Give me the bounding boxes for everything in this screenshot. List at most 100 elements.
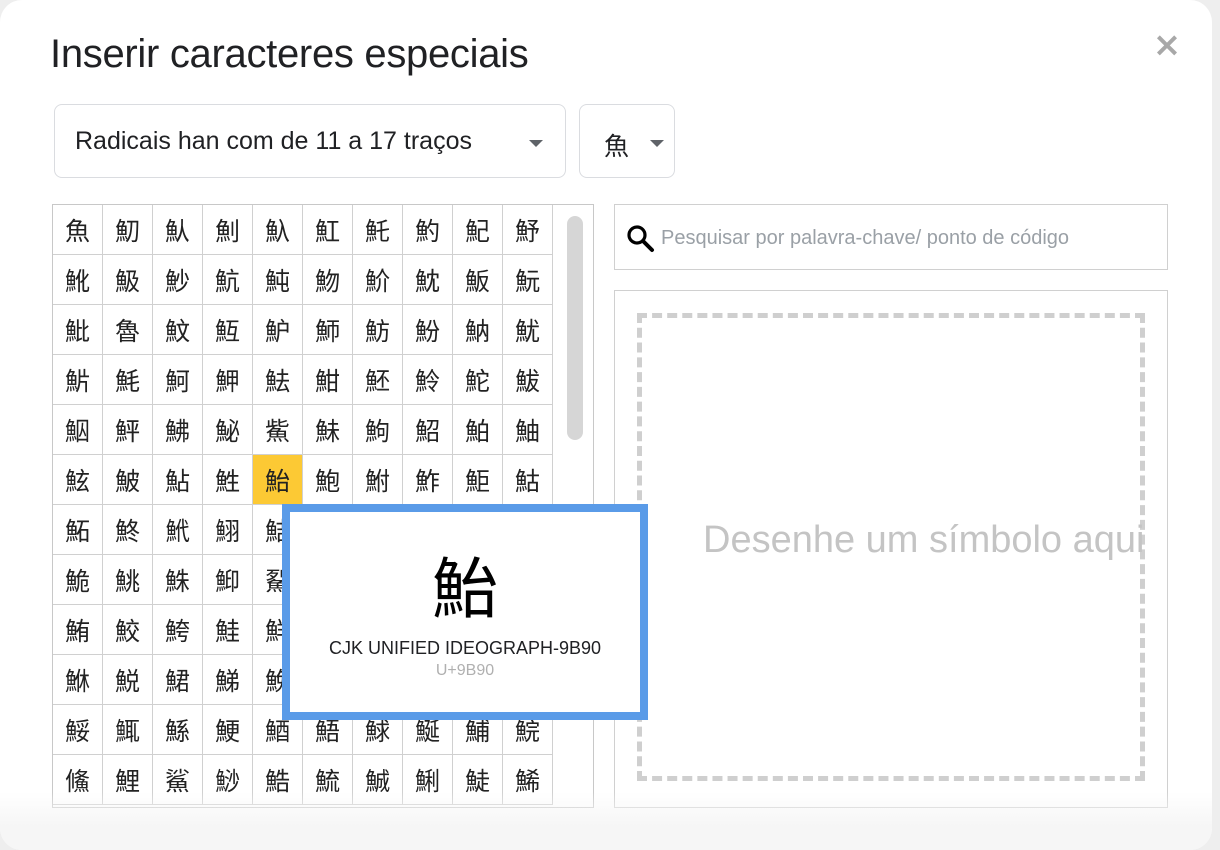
character-cell[interactable]: 鮎 xyxy=(153,455,203,505)
character-cell[interactable]: 魣 xyxy=(503,205,553,255)
character-cell-selected[interactable]: 鮐 xyxy=(253,455,303,505)
character-cell[interactable]: 鮏 xyxy=(203,455,253,505)
character-cell[interactable]: 鮫 xyxy=(103,605,153,655)
character-cell[interactable]: 魠 xyxy=(353,205,403,255)
character-cell[interactable]: 鮉 xyxy=(403,405,453,455)
character-cell[interactable]: 鮠 xyxy=(53,555,103,605)
character-cell[interactable]: 鮗 xyxy=(103,505,153,555)
character-cell[interactable]: 鯑 xyxy=(503,755,553,805)
character-cell[interactable]: 鮘 xyxy=(153,505,203,555)
character-cell[interactable]: 鯈 xyxy=(53,755,103,805)
character-cell[interactable]: 鯋 xyxy=(203,755,253,805)
drawing-canvas[interactable]: Desenhe um símbolo aqui xyxy=(614,290,1168,808)
search-icon xyxy=(627,225,654,252)
character-cell[interactable]: 魝 xyxy=(203,205,253,255)
character-cell[interactable]: 魺 xyxy=(153,355,203,405)
grid-scrollbar[interactable] xyxy=(567,216,583,440)
character-cell[interactable]: 魳 xyxy=(303,305,353,355)
character-cell[interactable]: 鮷 xyxy=(203,655,253,705)
character-cell[interactable]: 魭 xyxy=(503,255,553,305)
character-cell[interactable]: 魹 xyxy=(103,355,153,405)
character-cell[interactable]: 鯌 xyxy=(253,755,303,805)
character-cell[interactable]: 魴 xyxy=(353,305,403,355)
character-cell[interactable]: 魬 xyxy=(453,255,503,305)
character-cell[interactable]: 鮑 xyxy=(303,455,353,505)
character-cell[interactable]: 鯁 xyxy=(203,705,253,755)
character-cell[interactable]: 魯 xyxy=(103,305,153,355)
character-cell[interactable]: 鮀 xyxy=(453,355,503,405)
character-cell[interactable]: 魥 xyxy=(103,255,153,305)
character-cell[interactable]: 魞 xyxy=(253,205,303,255)
radical-dropdown[interactable]: 魚 xyxy=(579,104,675,178)
character-cell[interactable]: 鮙 xyxy=(203,505,253,555)
character-cell[interactable]: 魧 xyxy=(203,255,253,305)
character-cell[interactable]: 鯐 xyxy=(453,755,503,805)
character-cell[interactable]: 鮆 xyxy=(253,405,303,455)
character-cell[interactable]: 鮵 xyxy=(103,655,153,705)
character-cell[interactable]: 魢 xyxy=(453,205,503,255)
character-cell[interactable]: 鯉 xyxy=(103,755,153,805)
character-cell[interactable]: 魩 xyxy=(303,255,353,305)
character-cell[interactable]: 魾 xyxy=(353,355,403,405)
close-icon[interactable]: × xyxy=(1150,28,1184,62)
character-cell[interactable]: 魲 xyxy=(253,305,303,355)
character-cell[interactable]: 鮌 xyxy=(53,455,103,505)
character-cell[interactable]: 魷 xyxy=(503,305,553,355)
character-cell[interactable]: 鮿 xyxy=(103,705,153,755)
character-cell[interactable]: 魨 xyxy=(253,255,303,305)
character-cell[interactable]: 鮅 xyxy=(203,405,253,455)
character-cell[interactable]: 鮡 xyxy=(103,555,153,605)
character-cell[interactable]: 魻 xyxy=(203,355,253,405)
character-cell[interactable]: 鮂 xyxy=(53,405,103,455)
character-cell[interactable]: 鮊 xyxy=(453,405,503,455)
character-cell[interactable]: 魪 xyxy=(353,255,403,305)
character-cell[interactable]: 魜 xyxy=(153,205,203,255)
character-cell[interactable]: 鮇 xyxy=(303,405,353,455)
character-cell[interactable]: 鮋 xyxy=(503,405,553,455)
character-cell[interactable]: 魟 xyxy=(303,205,353,255)
character-cell[interactable]: 鮒 xyxy=(353,455,403,505)
character-cell[interactable]: 鮕 xyxy=(503,455,553,505)
character-cell[interactable]: 魼 xyxy=(253,355,303,405)
character-cell[interactable]: 鮃 xyxy=(103,405,153,455)
character-cell[interactable]: 鮭 xyxy=(203,605,253,655)
character-cell[interactable]: 鯎 xyxy=(353,755,403,805)
character-cell[interactable]: 鮢 xyxy=(153,555,203,605)
character-cell[interactable]: 鮴 xyxy=(53,655,103,705)
character-cell[interactable]: 魽 xyxy=(303,355,353,405)
character-cell[interactable]: 魫 xyxy=(403,255,453,305)
character-cell[interactable]: 鮬 xyxy=(153,605,203,655)
preview-code-point: U+9B90 xyxy=(435,662,495,679)
character-cell[interactable]: 魚 xyxy=(53,205,103,255)
character-cell[interactable]: 鮶 xyxy=(153,655,203,705)
character-cell[interactable]: 鮄 xyxy=(153,405,203,455)
character-cell[interactable]: 魿 xyxy=(403,355,453,405)
character-cell[interactable]: 魱 xyxy=(203,305,253,355)
character-cell[interactable]: 鮁 xyxy=(503,355,553,405)
character-cell[interactable]: 魤 xyxy=(53,255,103,305)
character-cell[interactable]: 鮔 xyxy=(453,455,503,505)
character-cell[interactable]: 鮖 xyxy=(53,505,103,555)
caret-down-icon xyxy=(650,140,664,147)
character-cell[interactable]: 鮍 xyxy=(103,455,153,505)
search-input[interactable] xyxy=(659,219,1153,257)
character-cell[interactable]: 鮣 xyxy=(203,555,253,605)
character-cell[interactable]: 鮾 xyxy=(53,705,103,755)
character-cell[interactable]: 魮 xyxy=(53,305,103,355)
character-cell[interactable]: 魛 xyxy=(103,205,153,255)
character-cell[interactable]: 魡 xyxy=(403,205,453,255)
category-dropdown[interactable]: Radicais han com de 11 a 17 traços xyxy=(54,104,566,178)
character-cell[interactable]: 魸 xyxy=(53,355,103,405)
character-cell[interactable]: 鯊 xyxy=(153,755,203,805)
character-cell[interactable]: 魶 xyxy=(453,305,503,355)
character-cell[interactable]: 鮪 xyxy=(53,605,103,655)
character-cell[interactable]: 鯍 xyxy=(303,755,353,805)
character-cell[interactable]: 魵 xyxy=(403,305,453,355)
character-cell[interactable]: 鯏 xyxy=(403,755,453,805)
character-cell[interactable]: 鮈 xyxy=(353,405,403,455)
category-dropdown-label: Radicais han com de 11 a 17 traços xyxy=(75,127,472,155)
character-cell[interactable]: 魰 xyxy=(153,305,203,355)
character-cell[interactable]: 鮓 xyxy=(403,455,453,505)
character-cell[interactable]: 魦 xyxy=(153,255,203,305)
character-cell[interactable]: 鯀 xyxy=(153,705,203,755)
